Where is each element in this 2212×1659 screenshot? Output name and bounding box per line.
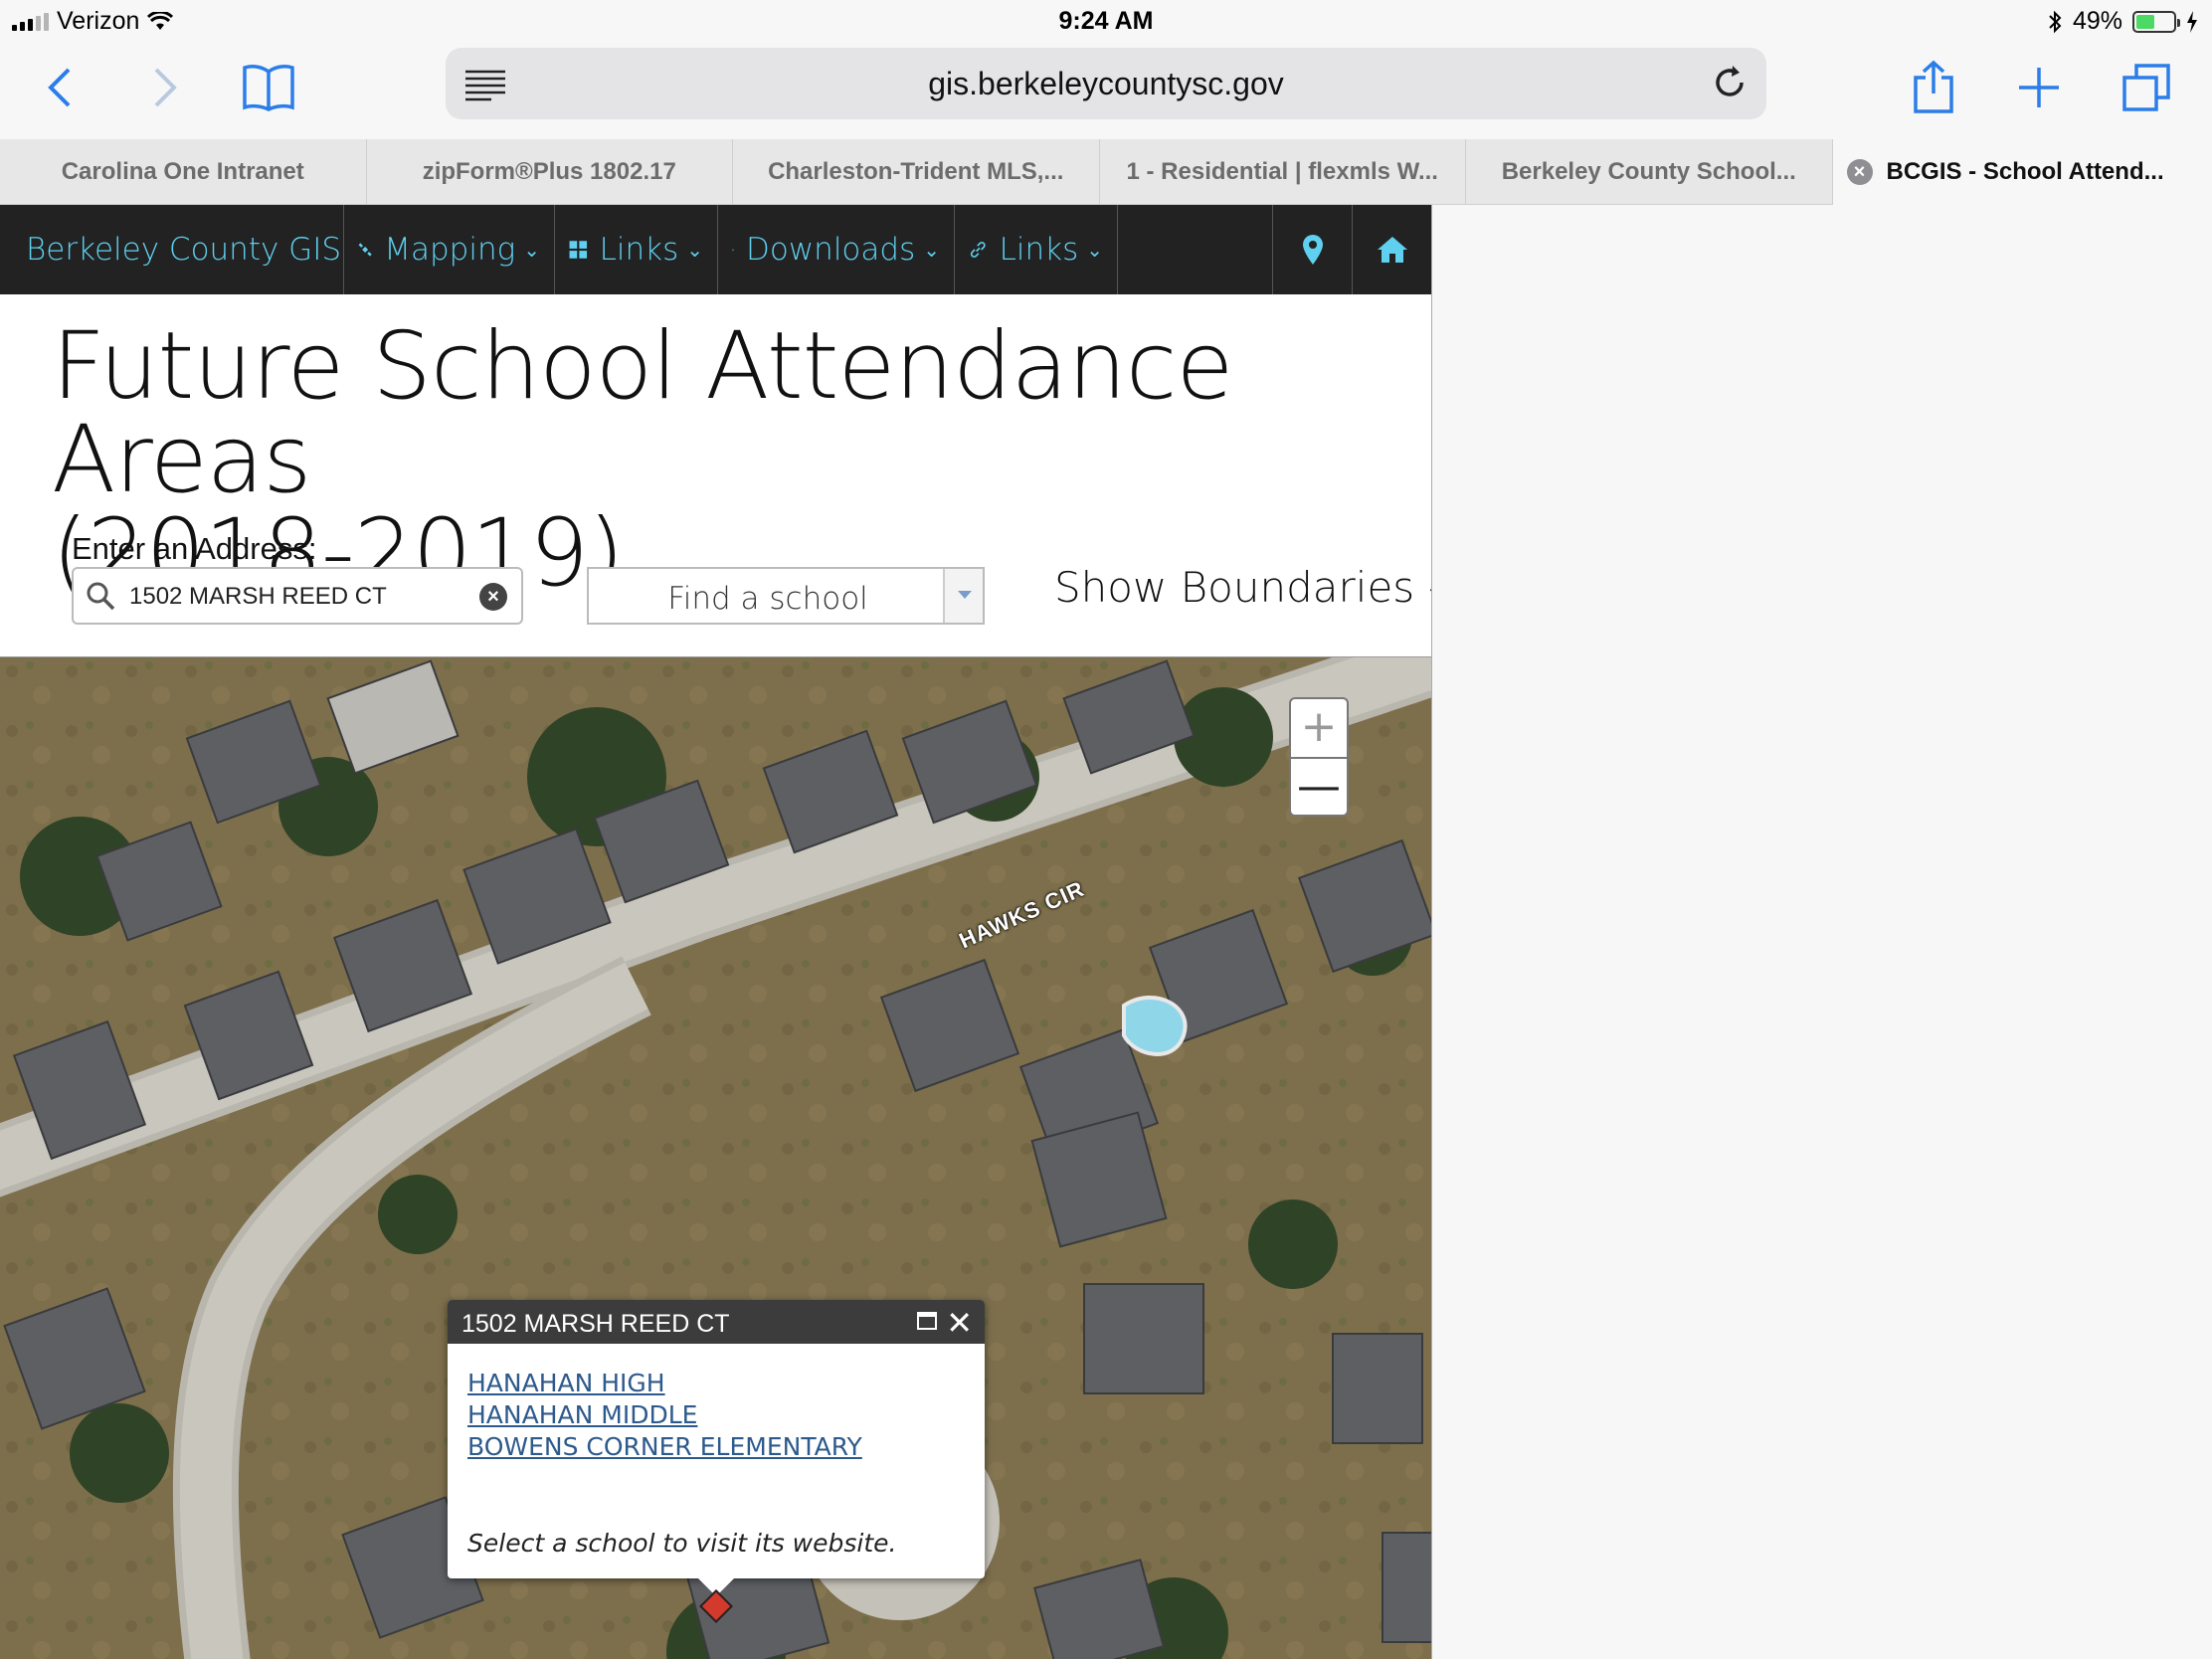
web-page: Berkeley County GIS Mapping ⌄ Links ⌄ Down… (0, 205, 1432, 1659)
zoom-control: + — (1289, 697, 1349, 817)
charging-icon (2187, 10, 2197, 33)
nav-brand-label: Berkeley County GIS (26, 232, 342, 268)
popup-title: 1502 MARSH REED CT (461, 1310, 730, 1338)
nav-links-label: Links (999, 232, 1079, 268)
back-button[interactable] (28, 56, 92, 119)
school-links: HANAHAN HIGH HANAHAN MIDDLE BOWENS CORNE… (448, 1344, 985, 1463)
chevron-down-icon: ⌄ (523, 238, 540, 262)
share-button[interactable] (1902, 56, 1965, 119)
maximize-icon[interactable] (917, 1312, 937, 1330)
find-school-label: Find a school (667, 581, 868, 617)
tab-bcgis[interactable]: × BCGIS - School Attend... (1832, 139, 2212, 205)
browser-toolbar: gis.berkeleycountysc.gov (0, 42, 2212, 139)
tabs-icon (2122, 64, 2170, 111)
status-right: 49% (2047, 7, 2198, 36)
grid-icon (569, 241, 588, 259)
address-label: Enter an Address: (72, 531, 317, 566)
site-navbar: Berkeley County GIS Mapping ⌄ Links ⌄ Down… (0, 205, 1431, 294)
satellite-icon (358, 243, 372, 257)
tab-label: Charleston-Trident MLS,... (768, 158, 1064, 185)
chevron-left-icon (48, 68, 71, 107)
popup-note: Select a school to visit its website. (467, 1529, 897, 1558)
title-line-1: Future School Attendance Areas (52, 312, 1233, 514)
tab-label: Berkeley County School... (1501, 158, 1796, 185)
nav-mapping-label: Mapping (384, 232, 516, 268)
school-link-elementary[interactable]: BOWENS CORNER ELEMENTARY (467, 1431, 965, 1463)
nav-downloads-label: Downloads (745, 232, 916, 268)
home-icon (1378, 237, 1407, 263)
nav-brand[interactable]: Berkeley County GIS (0, 205, 344, 294)
locate-button[interactable] (1273, 205, 1353, 294)
bluetooth-icon (2049, 10, 2062, 33)
nav-links-2[interactable]: Links ⌄ (955, 205, 1118, 294)
nav-links-1[interactable]: Links ⌄ (555, 205, 718, 294)
close-icon[interactable]: ✕ (946, 1304, 973, 1342)
download-icon (732, 249, 734, 251)
map-view[interactable]: HAWKS CIR + — 1502 MARSH REED CT ✕ HANAH… (0, 656, 1431, 1659)
zoom-in-button[interactable]: + (1291, 699, 1347, 757)
bookmarks-button[interactable] (237, 56, 300, 119)
nav-downloads[interactable]: Downloads ⌄ (718, 205, 955, 294)
tab-label: 1 - Residential | flexmls W... (1126, 158, 1438, 185)
close-tab-icon[interactable]: × (1846, 159, 1873, 185)
tab-bar: Carolina One Intranet zipForm®Plus 1802.… (0, 139, 2212, 205)
zoom-out-button[interactable]: — (1291, 757, 1347, 815)
tab-charleston-mls[interactable]: Charleston-Trident MLS,... (733, 139, 1100, 205)
status-bar: Verizon 9:24 AM 49% (0, 0, 2212, 42)
nav-spacer (1118, 205, 1273, 294)
url-text: gis.berkeleycountysc.gov (928, 66, 1284, 101)
link-icon (970, 242, 986, 258)
address-search-box[interactable]: × (72, 567, 523, 625)
book-icon (243, 65, 294, 111)
home-button[interactable] (1353, 205, 1431, 294)
tab-label: zipForm®Plus 1802.17 (422, 158, 676, 185)
search-icon (87, 582, 115, 611)
plus-icon (2019, 68, 2059, 107)
forward-button[interactable] (133, 56, 197, 119)
tab-zipform[interactable]: zipForm®Plus 1802.17 (367, 139, 733, 205)
show-boundaries-toggle[interactable]: Show Boundaries (1054, 563, 1431, 612)
new-tab-button[interactable] (2007, 56, 2071, 119)
chevron-down-icon: ⌄ (923, 238, 940, 262)
battery-icon (2132, 10, 2180, 33)
empty-page-area (1432, 205, 2212, 1659)
address-input[interactable] (129, 579, 458, 615)
share-icon (1914, 60, 1953, 113)
chevron-down-icon: ⌄ (1086, 238, 1103, 262)
dropdown-arrow-icon[interactable] (943, 569, 983, 623)
nav-mapping[interactable]: Mapping ⌄ (344, 205, 555, 294)
tab-carolina-one[interactable]: Carolina One Intranet (0, 139, 367, 205)
school-link-high[interactable]: HANAHAN HIGH (467, 1368, 965, 1399)
clock: 9:24 AM (1058, 7, 1154, 35)
reload-icon[interactable] (1707, 60, 1752, 105)
battery-percent: 49% (2072, 7, 2122, 35)
tab-label: BCGIS - School Attend... (1886, 158, 2164, 185)
tab-flexmls[interactable]: 1 - Residential | flexmls W... (1100, 139, 1466, 205)
clear-icon[interactable]: × (479, 583, 507, 611)
tab-berkeley-school[interactable]: Berkeley County School... (1466, 139, 1833, 205)
chevron-down-icon: ⌄ (686, 238, 703, 262)
nav-links-label: Links (599, 232, 679, 268)
find-school-select[interactable]: Find a school (587, 567, 985, 625)
tab-label: Carolina One Intranet (61, 158, 304, 185)
popup-header: 1502 MARSH REED CT ✕ (448, 1300, 985, 1344)
info-popup: 1502 MARSH REED CT ✕ HANAHAN HIGH HANAHA… (448, 1300, 985, 1596)
map-pin-icon (1302, 235, 1323, 265)
show-boundaries-label: Show Boundaries (1054, 563, 1415, 612)
school-link-middle[interactable]: HANAHAN MIDDLE (467, 1399, 965, 1431)
chevron-right-icon (154, 68, 177, 107)
tabs-button[interactable] (2115, 56, 2178, 119)
address-bar[interactable]: gis.berkeleycountysc.gov (446, 48, 1766, 119)
